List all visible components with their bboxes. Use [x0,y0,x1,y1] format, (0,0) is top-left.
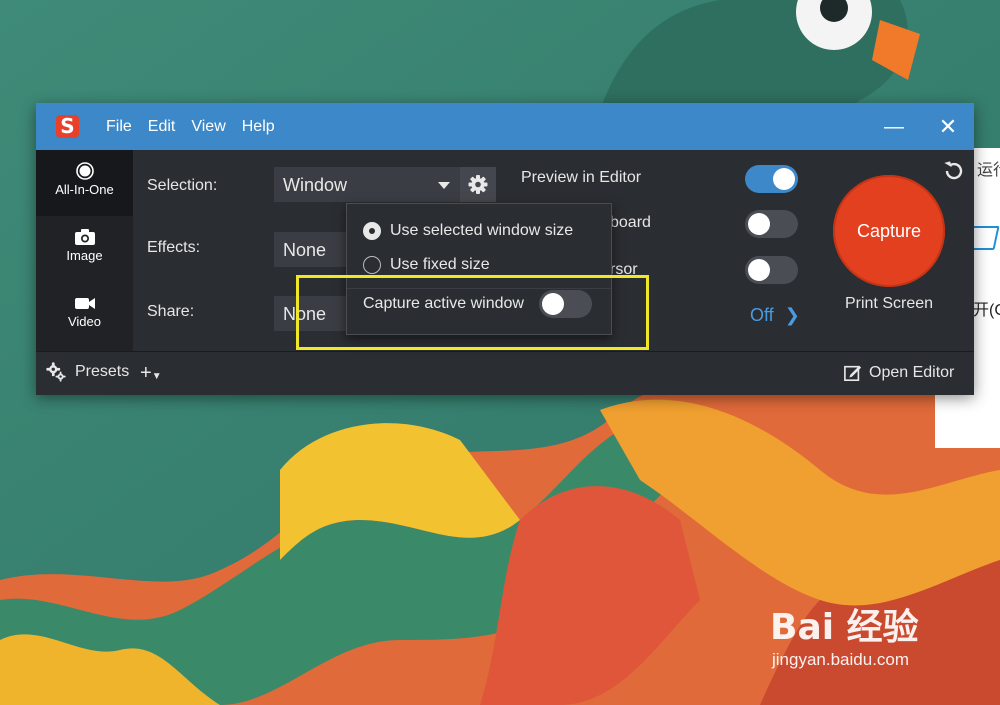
title-bar[interactable]: S File Edit View Help — ✕ [36,103,974,150]
capture-shortcut-label: Print Screen [844,295,934,312]
menu-file[interactable]: File [106,118,132,136]
close-button[interactable]: ✕ [933,113,963,141]
capture-mode-sidebar: All-In-One Image Video [36,150,133,351]
reset-icon[interactable] [942,159,966,183]
delay-value: Off [750,305,774,325]
background-app-text: 运行 [977,162,1000,179]
menu-help[interactable]: Help [242,118,275,136]
use-selected-window-size-option[interactable]: Use selected window size [363,222,573,240]
radio-unchecked-icon [363,256,381,274]
preview-in-editor-label: Preview in Editor [521,169,642,186]
selection-label: Selection: [147,177,218,194]
watermark-logo: Bai 经验 [770,607,919,648]
use-fixed-size-option[interactable]: Use fixed size [363,256,490,274]
copy-to-clipboard-label: board [610,214,651,231]
presets-label: Presets [75,363,130,380]
effects-dropdown[interactable]: None [274,232,354,267]
delay-setting-link[interactable]: Off ❯ [750,305,800,326]
snagit-capture-window: S File Edit View Help — ✕ All-In-One Ima… [36,103,974,395]
tab-label: All-In-One [55,182,114,197]
open-editor-button[interactable]: Open Editor [844,364,954,382]
menu-view[interactable]: View [191,118,225,136]
watermark-url: jingyan.baidu.com [772,650,910,669]
baidu-watermark: Bai 经验 jingyan.baidu.com [770,598,919,670]
share-label: Share: [147,303,195,320]
radio-checked-icon [363,222,381,240]
open-editor-label: Open Editor [869,364,955,381]
chevron-down-icon: ▼ [151,371,162,382]
minimize-button[interactable]: — [879,113,909,141]
effects-value: None [283,240,327,260]
selection-dropdown[interactable]: Window [274,167,460,202]
camera-icon [74,229,95,245]
video-camera-icon [74,298,95,309]
tab-label: Video [67,314,101,329]
add-icon: + [140,362,152,384]
all-in-one-icon [75,162,94,180]
edit-icon [844,365,862,382]
radio-label: Use selected window size [390,222,574,239]
tab-label: Image [66,248,103,263]
tab-all-in-one[interactable]: All-In-One [36,150,133,216]
tab-image[interactable]: Image [36,216,133,282]
highlight-box [296,275,649,350]
gear-icon [468,175,488,194]
add-preset-button[interactable]: +▼ [140,362,162,385]
background-app-text: 开(C [973,302,1000,319]
chevron-right-icon: ❯ [784,305,800,325]
selection-settings-button[interactable] [460,167,496,202]
menu-edit[interactable]: Edit [148,118,176,136]
toggle-knob [748,213,770,235]
snagit-logo-icon: S [56,115,79,138]
selection-value: Window [283,175,348,195]
toggle-knob [773,168,795,190]
tab-video[interactable]: Video [36,282,133,348]
radio-label: Use fixed size [390,256,490,273]
toggle-knob [748,259,770,281]
preview-in-editor-toggle[interactable] [745,165,798,193]
bottom-bar: Presets +▼ Open Editor [36,351,974,395]
menu-bar: File Edit View Help [106,103,291,150]
presets-button[interactable]: Presets [45,361,129,383]
copy-to-clipboard-toggle[interactable] [745,210,798,238]
effects-label: Effects: [147,239,201,256]
presets-gear-icon [46,362,66,382]
capture-cursor-toggle[interactable] [745,256,798,284]
capture-button[interactable]: Capture [833,175,945,287]
chevron-down-icon [438,182,450,189]
